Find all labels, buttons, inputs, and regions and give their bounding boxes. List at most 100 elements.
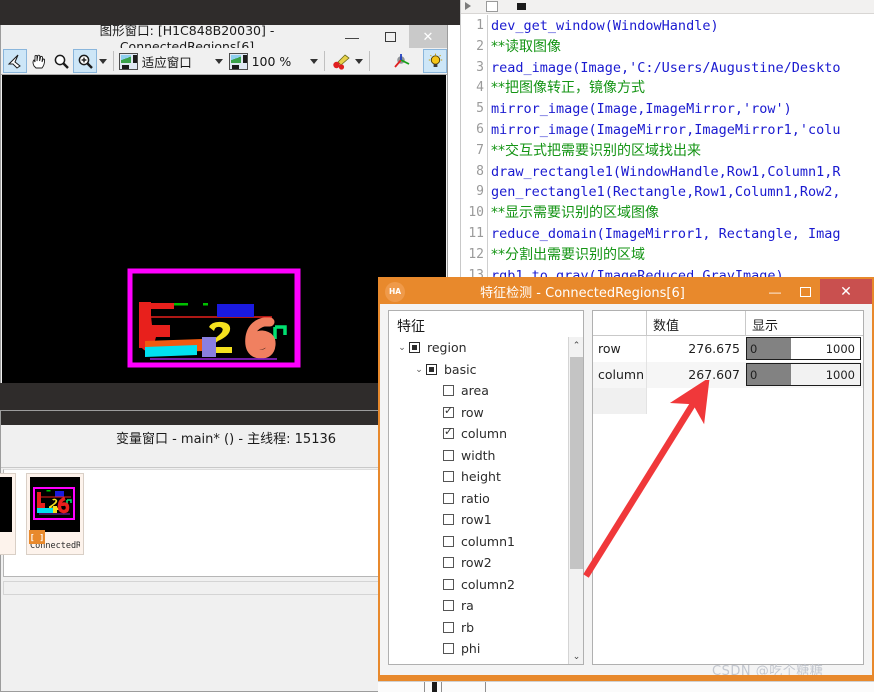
checkbox-height[interactable] bbox=[443, 471, 454, 483]
fit-window-icon[interactable] bbox=[118, 49, 139, 73]
tree-item-row1[interactable]: row1 bbox=[389, 509, 567, 531]
values-table-body[interactable]: row 276.675 0 1000 column 267.607 0 1000 bbox=[593, 336, 863, 388]
zoom-level-label[interactable]: 100 % bbox=[249, 54, 295, 69]
checkbox-column[interactable] bbox=[443, 425, 454, 440]
feature-tree[interactable]: ⌄region⌄basicarea row columnwidthheightrat… bbox=[389, 337, 567, 664]
graphics-toolbar[interactable]: 适应窗口 100 % bbox=[1, 48, 447, 75]
checkbox-row2[interactable] bbox=[443, 557, 454, 569]
list-item[interactable] bbox=[0, 473, 16, 555]
scroll-down-icon[interactable]: ⌄ bbox=[569, 648, 584, 664]
checkbox-row[interactable] bbox=[443, 404, 454, 418]
zoom-tool-icon[interactable] bbox=[50, 49, 73, 73]
graphics-window-titlebar[interactable]: 图形窗口: [H1C848B20030] - ConnectedRegions[… bbox=[1, 23, 447, 54]
code-line[interactable]: gen_rectangle1(Rectangle,Row1,Column1,Ro… bbox=[491, 182, 841, 203]
checkbox-area[interactable] bbox=[443, 385, 454, 397]
tree-item-column2[interactable]: column2 bbox=[389, 574, 567, 596]
feature-minimize-button[interactable]: ― bbox=[760, 279, 790, 304]
slider-fill[interactable]: 0 bbox=[747, 364, 791, 385]
checkbox-row1[interactable] bbox=[443, 514, 454, 526]
chevron-down-icon[interactable]: ⌄ bbox=[395, 342, 409, 353]
light-bulb-icon[interactable] bbox=[423, 49, 447, 73]
checkbox-rb[interactable] bbox=[443, 621, 454, 633]
tree-item-column[interactable]: column bbox=[389, 423, 567, 445]
feature-tree-scrollbar[interactable]: ⌃ ⌄ bbox=[568, 337, 583, 664]
tree-group-checkbox[interactable] bbox=[426, 363, 437, 375]
checkbox-ratio[interactable] bbox=[443, 492, 454, 504]
fit-dropdown-caret-icon[interactable] bbox=[213, 49, 225, 73]
list-item[interactable]: [ ] ConnectedR bbox=[26, 473, 84, 555]
tree-item-area[interactable]: area bbox=[389, 380, 567, 402]
feature-close-button[interactable]: ✕ bbox=[820, 279, 872, 304]
scroll-up-icon[interactable]: ⌃ bbox=[569, 337, 584, 353]
tree-item-region[interactable]: ⌄ region bbox=[389, 337, 567, 359]
code-line[interactable]: **分割出需要识别的区域 bbox=[491, 245, 645, 266]
table-row[interactable]: row 276.675 0 1000 bbox=[593, 336, 863, 362]
checkbox-phi[interactable] bbox=[443, 643, 454, 655]
paint-dropdown-caret-icon[interactable] bbox=[353, 49, 365, 73]
code-line[interactable]: dev_get_window(WindowHandle) bbox=[491, 16, 719, 37]
zoom-dropdown-caret-icon[interactable] bbox=[97, 49, 109, 73]
checkbox-ra[interactable] bbox=[443, 600, 454, 612]
slider-fill[interactable]: 0 bbox=[747, 338, 791, 359]
code-line[interactable]: **显示需要识别的区域图像 bbox=[491, 203, 659, 224]
zoom-in-tool-icon[interactable] bbox=[73, 49, 97, 73]
line-number: 3 bbox=[476, 59, 484, 75]
run-icon[interactable] bbox=[465, 2, 471, 10]
axes-tool-icon[interactable] bbox=[390, 49, 413, 73]
scrollbar-thumb[interactable] bbox=[570, 357, 583, 569]
checkbox-column1[interactable] bbox=[443, 535, 454, 547]
code-line[interactable]: draw_rectangle1(WindowHandle,Row1,Column… bbox=[491, 162, 841, 183]
range-slider-cell[interactable]: 0 1000 bbox=[746, 362, 863, 388]
checkbox-width[interactable] bbox=[443, 449, 454, 461]
slider-track-remainder[interactable]: 1000 bbox=[791, 338, 860, 359]
paint-brush-icon[interactable] bbox=[329, 49, 352, 73]
zoom-level-icon[interactable] bbox=[228, 49, 249, 73]
tree-item-row[interactable]: row bbox=[389, 402, 567, 424]
step-icon[interactable] bbox=[486, 1, 498, 12]
maximize-button[interactable] bbox=[371, 25, 409, 48]
code-line[interactable]: reduce_domain(ImageMirror1, Rectangle, I… bbox=[491, 224, 841, 245]
range-slider[interactable]: 0 1000 bbox=[746, 337, 861, 360]
close-button[interactable]: ✕ bbox=[409, 25, 447, 48]
tree-item-roundness[interactable]: roundness bbox=[389, 660, 567, 664]
feature-dialog-titlebar[interactable]: HA 特征检测 - ConnectedRegions[6] ― ✕ bbox=[380, 279, 872, 304]
tree-item-ra[interactable]: ra bbox=[389, 595, 567, 617]
tree-item-height[interactable]: height bbox=[389, 466, 567, 488]
tree-item-label: rb bbox=[461, 619, 475, 635]
code-line[interactable]: mirror_image(ImageMirror,ImageMirror1,'c… bbox=[491, 120, 841, 141]
tree-item-label: phi bbox=[461, 641, 481, 657]
chevron-down-icon[interactable]: ⌄ bbox=[412, 364, 426, 375]
status-tick-3 bbox=[485, 682, 486, 692]
code-editor-toolbar[interactable] bbox=[461, 0, 874, 14]
feature-tree-panel[interactable]: 特征 ⌄region⌄basicarearowcolumnwidthheight… bbox=[388, 310, 584, 665]
slider-min-value: 0 bbox=[750, 341, 758, 356]
checkbox-column2[interactable] bbox=[443, 578, 454, 590]
code-line[interactable]: **把图像转正，镜像方式 bbox=[491, 78, 645, 99]
code-line[interactable]: **交互式把需要识别的区域找出来 bbox=[491, 141, 701, 162]
slider-track-remainder[interactable]: 1000 bbox=[791, 364, 860, 385]
table-row[interactable]: column 267.607 0 1000 bbox=[593, 362, 863, 388]
fit-window-label[interactable]: 适应窗口 bbox=[139, 52, 195, 71]
tree-item-ratio[interactable]: ratio bbox=[389, 488, 567, 510]
tree-item-label: row bbox=[461, 404, 484, 420]
tree-item-column1[interactable]: column1 bbox=[389, 531, 567, 553]
zoom-level-caret-icon[interactable] bbox=[308, 49, 320, 73]
code-line[interactable]: mirror_image(Image,ImageMirror,'row') bbox=[491, 99, 792, 120]
range-slider-cell[interactable]: 0 1000 bbox=[746, 336, 863, 362]
tree-item-width[interactable]: width bbox=[389, 445, 567, 467]
tree-item-rb[interactable]: rb bbox=[389, 617, 567, 639]
stop-icon[interactable] bbox=[517, 3, 526, 10]
code-line[interactable]: read_image(Image,'C:/Users/Augustine/Des… bbox=[491, 58, 841, 79]
feature-maximize-button[interactable] bbox=[790, 279, 820, 304]
tree-group-checkbox[interactable] bbox=[409, 342, 420, 354]
code-line[interactable]: **读取图像 bbox=[491, 37, 561, 58]
tree-item-basic[interactable]: ⌄ basic bbox=[389, 359, 567, 381]
pan-hand-icon[interactable] bbox=[27, 49, 50, 73]
arrow-tool-icon[interactable] bbox=[3, 49, 27, 73]
range-slider[interactable]: 0 1000 bbox=[746, 363, 861, 386]
feature-values-panel[interactable]: 数值 显示 row 276.675 0 1000 column 267.607 0 1000 bbox=[592, 310, 864, 665]
tree-item-phi[interactable]: phi bbox=[389, 638, 567, 660]
minimize-button[interactable]: ― bbox=[333, 25, 371, 48]
tree-item-row2[interactable]: row2 bbox=[389, 552, 567, 574]
feature-detection-dialog[interactable]: HA 特征检测 - ConnectedRegions[6] ― ✕ 特征 ⌄ re… bbox=[378, 277, 874, 679]
